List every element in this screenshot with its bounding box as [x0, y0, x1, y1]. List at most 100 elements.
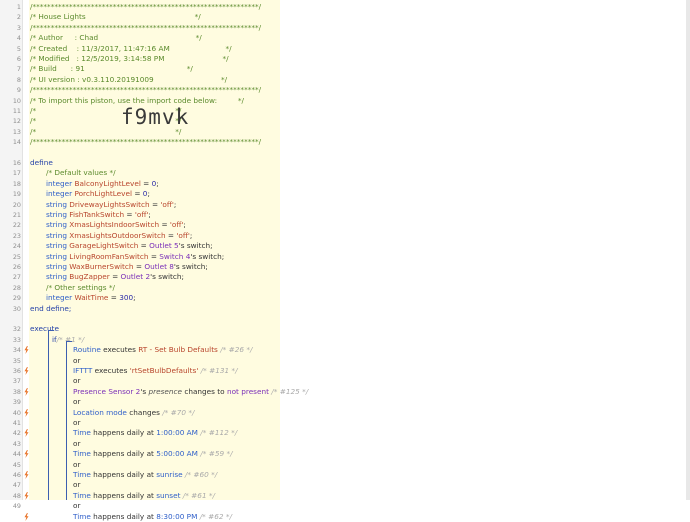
- lightning-bolt-icon: [24, 450, 29, 459]
- trigger-subject: Routine: [73, 345, 101, 355]
- scrollbar[interactable]: [686, 0, 690, 500]
- or-line: 37 or: [0, 376, 280, 386]
- code-text: string DrivewayLightsSwitch = 'off';: [46, 200, 176, 210]
- variable-definition-line[interactable]: 19 integer PorchLightLevel = 0;: [0, 189, 280, 199]
- header-comment-line: 4 /* Author : Chad */: [0, 33, 280, 43]
- code-text: Location mode changes /* #70 */: [73, 408, 194, 418]
- trigger-line[interactable]: Time happens daily at 8:30:00 PM /* #62 …: [0, 512, 280, 522]
- variable-definition-line[interactable]: 22 string XmasLightsIndoorSwitch = 'off';: [0, 220, 280, 230]
- code-text: string GarageLightSwitch = Outlet 5's sw…: [46, 241, 213, 251]
- comment: /* Other settings */: [46, 282, 115, 292]
- variable-name: DrivewayLightsSwitch: [69, 199, 150, 209]
- trigger-verb: changes to: [182, 386, 227, 396]
- trigger-line[interactable]: 40 Location mode changes /* #70 */: [0, 408, 280, 418]
- trigger-line[interactable]: 38 Presence Sensor 2's presence changes t…: [0, 386, 308, 397]
- line-number: 34: [12, 346, 21, 355]
- header-comment: /* UI version : v0.3.110.20191009 */: [30, 74, 228, 84]
- code-text: execute: [30, 324, 59, 334]
- variable-name: PorchLightLevel: [74, 189, 133, 199]
- line-number: 25: [12, 252, 21, 261]
- line-number: 43: [12, 439, 21, 448]
- trigger-object: sunrise: [156, 470, 183, 479]
- statement-end: ;: [133, 293, 136, 303]
- line-number: 10: [12, 96, 21, 105]
- operator: =: [124, 210, 135, 219]
- code-text: or: [73, 460, 80, 470]
- trigger-verb: happens daily at: [90, 470, 157, 479]
- variable-definition-line[interactable]: 20 string DrivewayLightsSwitch = 'off';: [0, 200, 280, 210]
- if-block-guide-cap: [48, 330, 54, 331]
- define-keyword: define: [30, 158, 53, 167]
- code-text: /***************************************…: [30, 85, 261, 95]
- trigger-line[interactable]: 46 Time happens daily at sunrise /* #60 *…: [0, 470, 280, 480]
- line-number: 45: [12, 460, 21, 469]
- header-comment-line: 1 /**************************************…: [0, 2, 280, 12]
- trigger-verb: happens daily at: [90, 511, 157, 521]
- line-number: 12: [12, 117, 21, 126]
- line-number: 3: [16, 23, 21, 32]
- variable-definition-line[interactable]: 29 integer WaitTime = 300;: [0, 293, 280, 303]
- variable-definition-line[interactable]: 18 integer BalconyLightLevel = 0;: [0, 179, 280, 189]
- attribute-name: presence: [148, 386, 182, 396]
- line-number: 28: [12, 283, 21, 292]
- operator: =: [159, 220, 170, 230]
- device-name: Outlet 5: [149, 241, 179, 251]
- statement-id-comment: /* #62 */: [197, 511, 232, 521]
- or-line: 35 or: [0, 356, 280, 366]
- variable-definition-line[interactable]: 23 string XmasLightsOutdoorSwitch = 'off'…: [0, 231, 280, 241]
- code-text: string LivingRoomFanSwitch = Switch 4's …: [46, 252, 224, 262]
- code-text: /* Author : Chad */: [30, 33, 202, 43]
- trigger-line[interactable]: 44 Time happens daily at 5:00:00 AM /* #5…: [0, 449, 280, 459]
- line-number: 36: [12, 367, 21, 375]
- code-text: or: [73, 376, 80, 386]
- line-number: 17: [12, 169, 21, 178]
- line-number: 16: [12, 159, 21, 167]
- line-number: 14: [12, 138, 21, 147]
- code-text: Time happens daily at 5:00:00 AM /* #59 …: [73, 449, 233, 459]
- statement-id-comment: /* #60 */: [182, 470, 218, 479]
- variable-definition-line[interactable]: 24 string GarageLightSwitch = Outlet 5's …: [0, 241, 280, 251]
- header-comment-line: 9 /**************************************…: [0, 85, 280, 95]
- if-line[interactable]: 33 if/* #1 */: [0, 335, 280, 345]
- trigger-subject: IFTTT: [73, 366, 93, 375]
- code-text: /* Build : 91 */: [30, 64, 193, 74]
- trigger-line[interactable]: 36 IFTTT executes 'rtSetBulbDefaults' /* …: [0, 366, 280, 376]
- variable-type: string: [46, 220, 67, 230]
- code-text: string FishTankSwitch = 'off';: [46, 210, 151, 220]
- code-text: define: [30, 158, 53, 168]
- header-comment: /* To import this piston, use the import…: [30, 95, 245, 105]
- or-operator: or: [73, 376, 81, 386]
- operator: =: [149, 199, 161, 209]
- code-text: string XmasLightsIndoorSwitch = 'off';: [46, 220, 186, 230]
- trigger-object: 1:00:00 AM: [156, 428, 198, 438]
- variable-name: LivingRoomFanSwitch: [69, 251, 149, 261]
- variable-definition-line[interactable]: 26 string WaxBurnerSwitch = Outlet 8's sw…: [0, 262, 280, 272]
- variable-definition-line[interactable]: 21 string FishTankSwitch = 'off';: [0, 210, 280, 220]
- code-text: Time happens daily at 1:00:00 AM /* #112…: [73, 428, 237, 438]
- code-text: /***************************************…: [30, 137, 261, 147]
- line-number: 26: [12, 263, 21, 271]
- line-number: 37: [12, 377, 21, 386]
- trigger-line[interactable]: 34 Routine executes RT - Set Bulb Default…: [0, 345, 280, 355]
- variable-type: string: [46, 230, 67, 240]
- device-name: Presence Sensor 2: [73, 386, 141, 396]
- header-comment: /* Created : 11/3/2017, 11:47:16 AM */: [30, 43, 232, 53]
- header-comment-line: 7 /* Build : 91 */: [0, 64, 280, 74]
- operator: =: [138, 241, 150, 251]
- variable-definition-line[interactable]: 27 string BugZapper = Outlet 2's switch;: [0, 272, 280, 282]
- line-number: 27: [12, 273, 21, 282]
- line-number: 18: [12, 179, 21, 188]
- end-define-line: 30 end define;: [0, 304, 280, 314]
- or-operator: or: [73, 438, 81, 448]
- line-number: 13: [12, 127, 21, 136]
- code-text: /***************************************…: [30, 2, 261, 12]
- header-comment: /***************************************…: [30, 137, 262, 147]
- variable-definition-line[interactable]: 25 string LivingRoomFanSwitch = Switch 4'…: [0, 252, 280, 262]
- lightning-bolt-icon: [24, 346, 29, 355]
- trigger-object: sunset: [156, 490, 181, 500]
- trigger-line[interactable]: 42 Time happens daily at 1:00:00 AM /* #1…: [0, 428, 280, 438]
- statement-id-comment: /* #70 */: [159, 407, 195, 417]
- line-number: 20: [12, 200, 21, 209]
- variable-type: string: [46, 262, 67, 271]
- condition-block-guide: [66, 341, 67, 500]
